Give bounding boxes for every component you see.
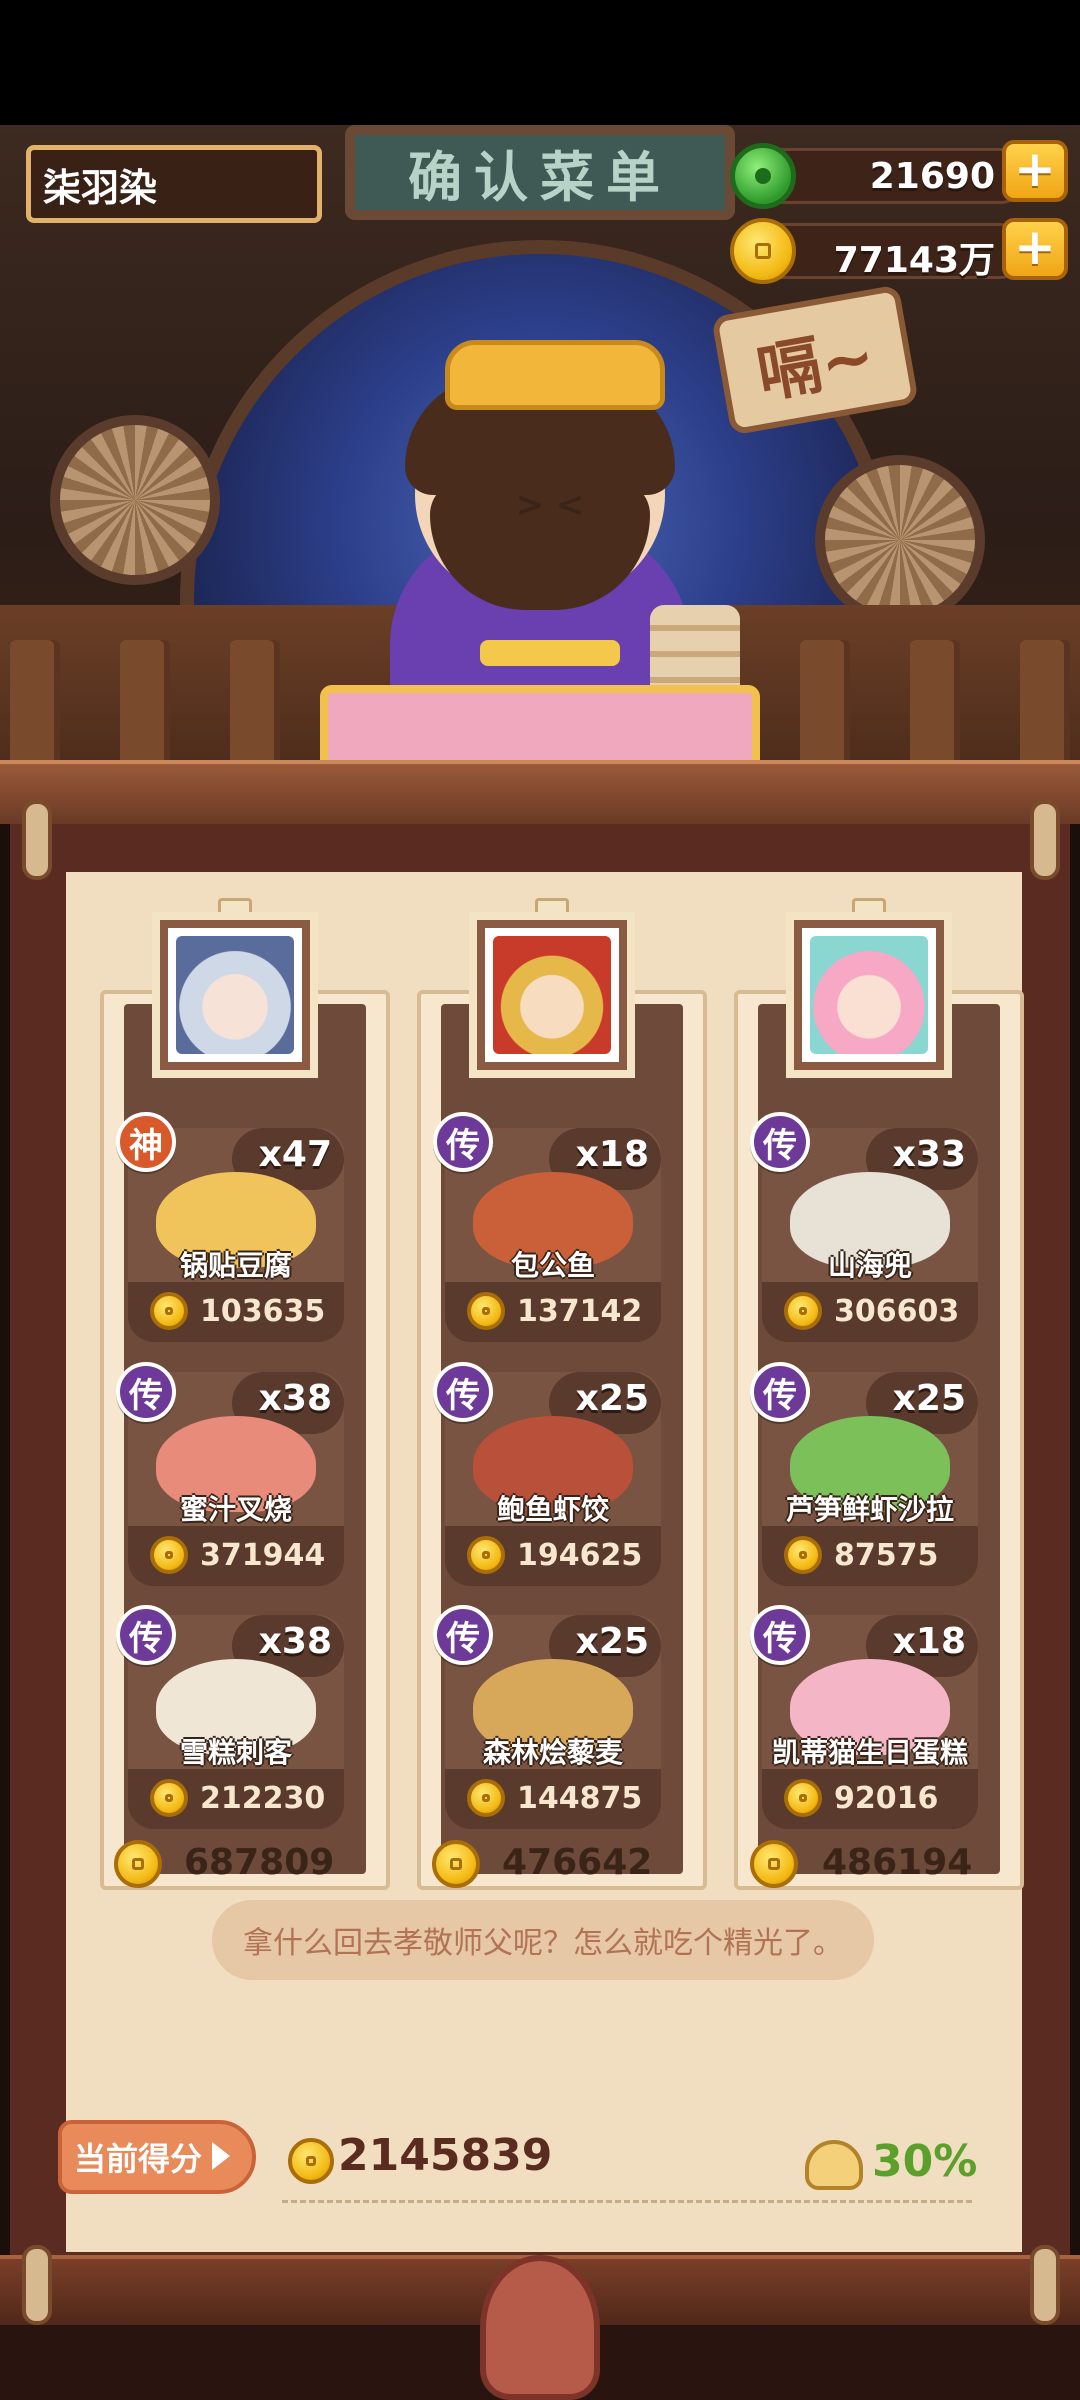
fence-post [120, 640, 170, 780]
dish-count: x18 [892, 1621, 966, 1662]
dish-count: x38 [258, 1621, 332, 1662]
jade-icon [730, 143, 796, 209]
dish-name: 森林烩藜麦 [482, 1736, 623, 1769]
rarity-badge: 传 [750, 1112, 810, 1172]
coin-icon [784, 1536, 822, 1574]
menu-sign-board: 确认菜单 [345, 125, 735, 220]
left-fan-decoration [50, 415, 220, 585]
dish-count: x25 [892, 1378, 966, 1419]
dish-name: 凯蒂猫生日蛋糕 [771, 1736, 968, 1769]
rod-cap [1030, 2245, 1060, 2325]
jade-value: 21690 [869, 156, 995, 197]
dish-name: 雪糕刺客 [179, 1736, 292, 1769]
dish-name: 包公鱼 [510, 1249, 595, 1282]
gold-coin-icon [730, 218, 796, 284]
dish-price: 137142 [517, 1294, 643, 1329]
fence-post [10, 640, 60, 780]
rod-cap [1030, 800, 1060, 880]
coin-icon [467, 1292, 505, 1330]
scroll-top-rod [0, 760, 1080, 824]
coin-icon [432, 1840, 480, 1888]
player-name: 柒羽染 [43, 165, 158, 210]
dish-price: 212230 [200, 1781, 326, 1816]
coin-icon [784, 1292, 822, 1330]
dish-count: x47 [258, 1134, 332, 1175]
coin-icon [150, 1536, 188, 1574]
chef-face-icon [810, 936, 928, 1054]
score-value: 2145839 [338, 2130, 553, 2181]
customer-crown [445, 340, 665, 410]
coin-icon [150, 1292, 188, 1330]
dish-name: 锅贴豆腐 [179, 1249, 292, 1282]
bun-bonus-icon [805, 2140, 863, 2190]
column-total: 486194 [822, 1842, 973, 1883]
divider [282, 2200, 972, 2203]
rarity-badge: 传 [433, 1605, 493, 1665]
add-jade-button[interactable]: + [1002, 140, 1068, 202]
dish-name: 芦笋鲜虾沙拉 [785, 1493, 954, 1526]
customer-quote: 拿什么回去孝敬师父呢？怎么就吃个精光了。 [212, 1900, 874, 1980]
chef-portrait[interactable] [794, 920, 944, 1070]
customer-eyes: > < [515, 485, 585, 525]
column-total: 687809 [184, 1842, 335, 1883]
dish-price: 194625 [517, 1538, 643, 1573]
chef-portrait[interactable] [477, 920, 627, 1070]
rarity-badge: 神 [116, 1112, 176, 1172]
rarity-badge: 传 [750, 1362, 810, 1422]
dish-count: x38 [258, 1378, 332, 1419]
status-bar-area [0, 0, 1080, 125]
coin-icon [467, 1536, 505, 1574]
dish-count: x25 [575, 1621, 649, 1662]
dish-count: x25 [575, 1378, 649, 1419]
gold-value: 77143万 [833, 240, 995, 281]
dish-count: x18 [575, 1134, 649, 1175]
chef-face-icon [176, 936, 294, 1054]
arrow-right-icon [212, 2142, 230, 2170]
coin-icon [150, 1779, 188, 1817]
fence-post [230, 640, 280, 780]
dish-count: x33 [892, 1134, 966, 1175]
dish-price: 144875 [517, 1781, 643, 1816]
chef-face-icon [493, 936, 611, 1054]
fence-post [910, 640, 960, 780]
rarity-badge: 传 [116, 1605, 176, 1665]
right-fan-decoration [815, 455, 985, 625]
dish-price: 103635 [200, 1294, 326, 1329]
dish-name: 蜜汁叉烧 [179, 1493, 292, 1526]
coin-icon [114, 1840, 162, 1888]
rarity-badge: 传 [116, 1362, 176, 1422]
player-name-box: 柒羽染 [26, 145, 322, 223]
rod-cap [22, 2245, 52, 2325]
dish-price: 306603 [834, 1294, 960, 1329]
bonus-percent: 30% [872, 2136, 978, 2187]
customer-belt [480, 640, 620, 666]
coin-icon [750, 1840, 798, 1888]
rod-cap [22, 800, 52, 880]
fence-post [800, 640, 850, 780]
coin-icon [467, 1779, 505, 1817]
add-gold-button[interactable]: + [1002, 218, 1068, 280]
dish-price: 371944 [200, 1538, 326, 1573]
column-total: 476642 [502, 1842, 653, 1883]
dish-price: 87575 [834, 1538, 939, 1573]
rarity-badge: 传 [750, 1605, 810, 1665]
score-label: 当前得分 [74, 2140, 203, 2178]
chef-portrait[interactable] [160, 920, 310, 1070]
rarity-badge: 传 [433, 1112, 493, 1172]
dish-price: 92016 [834, 1781, 939, 1816]
chinese-knot-ornament [480, 2255, 600, 2400]
rarity-badge: 传 [433, 1362, 493, 1422]
coin-icon [288, 2138, 334, 2184]
coin-icon [784, 1779, 822, 1817]
fence-post [1020, 640, 1070, 780]
dish-name: 鲍鱼虾饺 [496, 1493, 609, 1526]
quote-text: 拿什么回去孝敬师父呢？怎么就吃个精光了。 [243, 1926, 843, 1961]
dish-name: 山海兜 [827, 1249, 912, 1282]
